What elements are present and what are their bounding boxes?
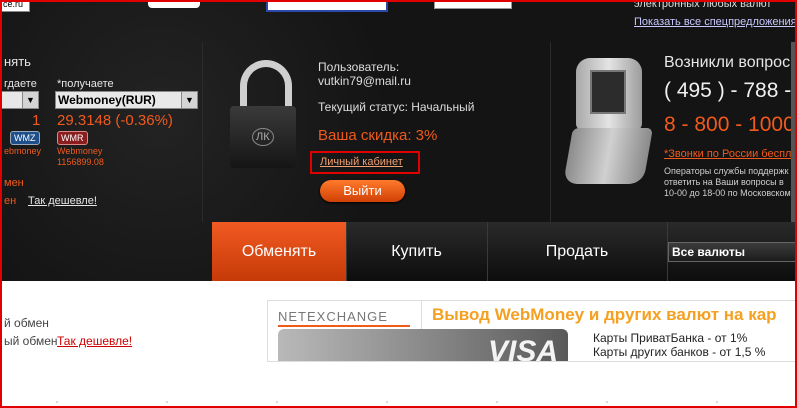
partner-logo bbox=[266, 2, 388, 12]
give-amount: 1 bbox=[32, 112, 41, 129]
get-currency-value: Webmoney(RUR) bbox=[58, 93, 156, 107]
get-currency-name: Webmoney bbox=[57, 146, 103, 156]
give-currency-select[interactable]: ▼ bbox=[2, 91, 39, 109]
lock-body: ЛК bbox=[230, 106, 296, 168]
get-label: *получаете bbox=[57, 78, 114, 90]
support-text-1: Операторы службы поддержк bbox=[664, 166, 789, 176]
user-status: Текущий статус: Начальный bbox=[318, 100, 475, 114]
phone-top bbox=[576, 58, 642, 130]
lower-exchange-text: й обмен bbox=[4, 316, 49, 330]
banner-headline: Вывод WebMoney и других валют на кар bbox=[432, 305, 777, 324]
page-frame: ce.ru электронных любых валют Показать в… bbox=[0, 0, 797, 408]
lower-cheaper-link[interactable]: Так дешевле! bbox=[57, 334, 132, 348]
bottom-dots bbox=[2, 400, 795, 404]
lock-icon: ЛК bbox=[230, 60, 296, 170]
chevron-down-icon: ▼ bbox=[181, 92, 197, 108]
tab-exchange[interactable]: Обменять bbox=[212, 222, 347, 281]
give-currency-name: ebmoney bbox=[4, 146, 42, 156]
mastercard-icon bbox=[162, 0, 174, 2]
lock-label: ЛК bbox=[252, 128, 274, 146]
question-title: Возникли вопросы bbox=[664, 54, 797, 71]
top-input-text: ce.ru bbox=[3, 0, 24, 9]
phone-moscow: ( 495 ) - 788 - 5 bbox=[664, 79, 797, 102]
visa-logo: VISA bbox=[487, 335, 558, 362]
payment-logo bbox=[148, 0, 200, 8]
tab-buy[interactable]: Купить bbox=[346, 222, 488, 281]
tab-bar: Обменять Купить Продать Все валюты bbox=[212, 222, 795, 281]
banner-line-2: Карты других банков - от 1,5 % bbox=[593, 345, 766, 359]
cheaper-link[interactable]: Так дешевле! bbox=[28, 195, 97, 207]
get-reserve: 1156899.08 bbox=[57, 157, 104, 167]
user-discount: Ваша скидка: 3% bbox=[318, 127, 438, 144]
netexchange-logo: NETEXCHANGE bbox=[278, 309, 388, 324]
divider bbox=[202, 42, 203, 222]
free-calls-link[interactable]: *Звонки по России беспла bbox=[664, 148, 795, 160]
give-label: гдаете bbox=[4, 78, 37, 90]
get-currency-select[interactable]: Webmoney(RUR) ▼ bbox=[55, 91, 198, 109]
wmr-badge: WMR bbox=[57, 131, 88, 145]
cabinet-highlight bbox=[310, 151, 420, 174]
mastercard-icon-2 bbox=[172, 0, 184, 2]
user-email: vutkin79@mail.ru bbox=[318, 74, 411, 88]
get-amount: 29.3148 (-0.36%) bbox=[57, 112, 173, 129]
currency-filter-select[interactable]: Все валюты bbox=[668, 242, 795, 262]
netexchange-banner[interactable]: NETEXCHANGE VISA Вывод WebMoney и других… bbox=[267, 300, 795, 362]
scrollbar[interactable] bbox=[791, 42, 795, 222]
chevron-down-icon: ▼ bbox=[22, 92, 38, 108]
visa-card-image: VISA bbox=[278, 329, 568, 362]
user-label: Пользователь: bbox=[318, 60, 400, 74]
phone-free: 8 - 800 - 1000 bbox=[664, 113, 795, 136]
currency-filter-value: Все валюты bbox=[672, 245, 745, 259]
phone-screen bbox=[590, 70, 626, 114]
phone-image bbox=[563, 58, 653, 188]
logo-underline bbox=[278, 325, 410, 327]
lower-exchange-text-2: ый обмен bbox=[4, 334, 58, 348]
show-all-offers-link[interactable]: Показать все спецпредложения bbox=[634, 16, 795, 28]
logout-button[interactable]: Выйти bbox=[320, 180, 405, 202]
wmz-badge: WMZ bbox=[10, 131, 40, 145]
top-right-text: электронных любых валют bbox=[634, 0, 772, 10]
top-input[interactable]: ce.ru bbox=[2, 0, 30, 12]
exchange-link-fragment-2[interactable]: ен bbox=[4, 195, 16, 207]
tab-sell[interactable]: Продать bbox=[487, 222, 668, 281]
exchange-title: нять bbox=[4, 54, 31, 69]
phone-bottom bbox=[563, 128, 653, 184]
partner-logo-2 bbox=[434, 2, 512, 9]
exchange-link-fragment[interactable]: мен bbox=[4, 177, 24, 189]
support-text-3: 10-00 до 18-00 по Московском bbox=[664, 188, 791, 198]
divider bbox=[550, 42, 551, 222]
support-text-2: ответить на Ваши вопросы в bbox=[664, 177, 784, 187]
banner-line-1: Карты ПриватБанка - от 1% bbox=[593, 331, 748, 345]
